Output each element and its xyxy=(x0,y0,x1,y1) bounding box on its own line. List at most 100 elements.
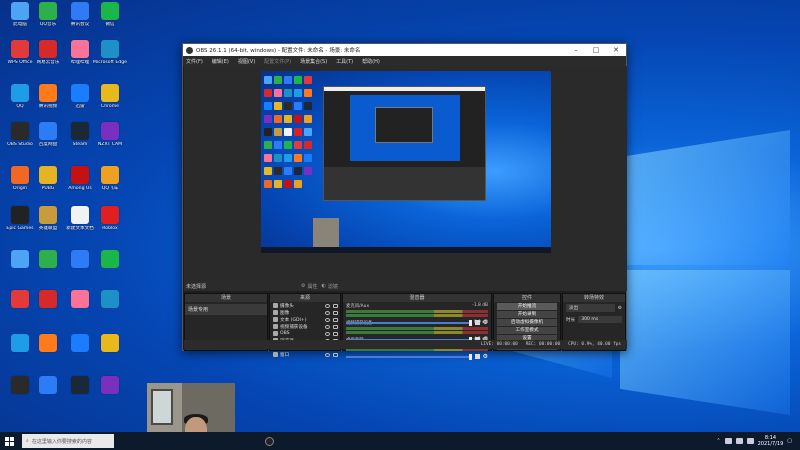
volume-knob[interactable] xyxy=(468,319,472,326)
app-icon xyxy=(71,122,89,140)
visibility-eye-icon[interactable] xyxy=(325,352,330,357)
app-icon xyxy=(101,290,119,308)
visibility-eye-icon[interactable] xyxy=(325,317,330,322)
source-item[interactable]: 摄像头 xyxy=(270,302,340,309)
filters-button[interactable]: ◐ 滤镜 xyxy=(322,283,338,290)
desktop-icon[interactable] xyxy=(30,290,66,330)
desktop-icon[interactable]: Microsoft Edge xyxy=(92,40,128,80)
transition-settings-icon[interactable]: ⚙ xyxy=(618,306,622,311)
desktop-icon[interactable]: 腾讯视频 xyxy=(30,84,66,124)
menu-view[interactable]: 视图(V) xyxy=(238,58,255,65)
start-button[interactable] xyxy=(0,432,18,450)
visibility-eye-icon[interactable] xyxy=(325,310,330,315)
menu-profile[interactable]: 配置文件(P) xyxy=(264,58,291,65)
desktop-icon[interactable]: NZXT CAM xyxy=(92,122,128,162)
desktop-icon-label: QQ xyxy=(16,104,24,109)
desktop-icon[interactable]: PUBG xyxy=(30,166,66,206)
app-icon xyxy=(11,166,29,184)
obs-title-bar[interactable]: OBS 26.1.1 (64-bit, windows) - 配置文件: 未命名… xyxy=(183,44,626,56)
network-icon[interactable] xyxy=(724,438,732,444)
preview-mini-icon xyxy=(264,102,272,110)
desktop-icon[interactable] xyxy=(30,376,66,416)
transition-select[interactable]: 淡出 xyxy=(566,304,615,312)
desktop-icon[interactable]: 百度网盘 xyxy=(30,122,66,162)
system-tray: ⌃ 8:14 2021/7/19 ▢ xyxy=(716,435,800,447)
desktop-icon[interactable]: Roblox xyxy=(92,206,128,246)
desktop-icon[interactable]: 网易云音乐 xyxy=(30,40,66,80)
source-item-label: OBS xyxy=(280,331,290,336)
preview-mini-icon xyxy=(274,89,282,97)
start-recording-button[interactable]: 开始录制 xyxy=(497,311,557,318)
desktop-icon[interactable] xyxy=(92,334,128,374)
source-item[interactable]: 窗口 xyxy=(270,351,340,358)
volume-slider[interactable] xyxy=(346,319,472,326)
preview-mini-icon xyxy=(274,167,282,175)
virtual-camera-button[interactable]: 启动虚拟摄像机 xyxy=(497,319,557,326)
studio-mode-button[interactable]: 工作室模式 xyxy=(497,327,557,334)
app-icon xyxy=(11,290,29,308)
taskbar-search[interactable]: ⌕ 在这里输入你要搜索的内容 xyxy=(22,434,114,448)
close-button[interactable]: ✕ xyxy=(606,46,626,54)
volume-slider[interactable] xyxy=(346,353,472,360)
taskbar: ⌕ 在这里输入你要搜索的内容 ⌃ 8:14 2021/7/19 ▢ xyxy=(0,432,800,450)
desktop-icon[interactable] xyxy=(92,250,128,290)
app-icon xyxy=(101,84,119,102)
menu-tools[interactable]: 工具(T) xyxy=(336,58,353,65)
desktop-icon[interactable]: 微信 xyxy=(92,2,128,42)
scene-item[interactable]: 场景专用 xyxy=(185,304,267,315)
desktop-icon-label: 网易云音乐 xyxy=(36,60,60,65)
desktop-icon[interactable]: 英雄联盟 xyxy=(30,206,66,246)
lock-icon[interactable] xyxy=(333,352,338,357)
visibility-eye-icon[interactable] xyxy=(325,331,330,336)
menu-help[interactable]: 帮助(H) xyxy=(362,58,380,65)
source-type-icon xyxy=(273,324,278,329)
lock-icon[interactable] xyxy=(333,331,338,336)
desktop-icon[interactable]: Chrome xyxy=(92,84,128,124)
menu-edit[interactable]: 编辑(E) xyxy=(212,58,229,65)
source-toolbar: 未选择源 ⚙ 属性 ◐ 滤镜 xyxy=(184,281,627,291)
desktop-icon[interactable] xyxy=(92,376,128,416)
minimize-button[interactable]: – xyxy=(566,46,586,54)
sources-header: 来源 xyxy=(270,294,340,302)
clock[interactable]: 8:14 2021/7/19 xyxy=(758,435,784,447)
preview-mini-icon xyxy=(284,128,292,136)
input-method-icon[interactable] xyxy=(746,438,754,444)
duration-field[interactable]: 300 ms xyxy=(578,316,622,323)
app-icon xyxy=(39,206,57,224)
tray-chevron-icon[interactable]: ⌃ xyxy=(716,438,720,444)
notification-icon[interactable]: ▢ xyxy=(787,438,792,444)
lock-icon[interactable] xyxy=(333,324,338,329)
volume-knob[interactable] xyxy=(468,353,472,360)
desktop-icon[interactable] xyxy=(30,334,66,374)
source-item[interactable]: 图像 xyxy=(270,309,340,316)
obs-preview-canvas[interactable] xyxy=(184,66,627,281)
desktop-icon[interactable]: QQ音乐 xyxy=(30,2,66,42)
app-icon xyxy=(11,206,29,224)
preview-mini-icon xyxy=(294,141,302,149)
obs-window[interactable]: OBS 26.1.1 (64-bit, windows) - 配置文件: 未命名… xyxy=(182,43,627,360)
taskbar-obs-app[interactable] xyxy=(262,434,276,448)
desktop-icon[interactable]: QQ飞车 xyxy=(92,166,128,206)
app-icon xyxy=(71,2,89,20)
speaker-icon[interactable] xyxy=(474,354,480,359)
source-item[interactable]: 视频捕获设备 xyxy=(270,323,340,330)
visibility-eye-icon[interactable] xyxy=(325,324,330,329)
app-icon xyxy=(39,166,57,184)
menu-file[interactable]: 文件(F) xyxy=(186,58,203,65)
app-icon xyxy=(71,290,89,308)
desktop-icon-label: Chrome xyxy=(100,104,120,109)
maximize-button[interactable]: □ xyxy=(586,46,606,54)
volume-icon[interactable] xyxy=(735,438,743,444)
properties-button[interactable]: ⚙ 属性 xyxy=(301,283,318,290)
lock-icon[interactable] xyxy=(333,310,338,315)
lock-icon[interactable] xyxy=(333,303,338,308)
visibility-eye-icon[interactable] xyxy=(325,303,330,308)
lock-icon[interactable] xyxy=(333,317,338,322)
track-settings-icon[interactable]: ⚙ xyxy=(483,353,488,360)
source-item[interactable]: 文本 (GDI+) xyxy=(270,316,340,323)
source-item[interactable]: OBS xyxy=(270,330,340,337)
desktop-icon[interactable] xyxy=(92,290,128,330)
start-streaming-button[interactable]: 开始推流 xyxy=(497,303,557,310)
desktop-icon[interactable] xyxy=(30,250,66,290)
menu-scene-collection[interactable]: 场景集合(S) xyxy=(300,58,327,65)
